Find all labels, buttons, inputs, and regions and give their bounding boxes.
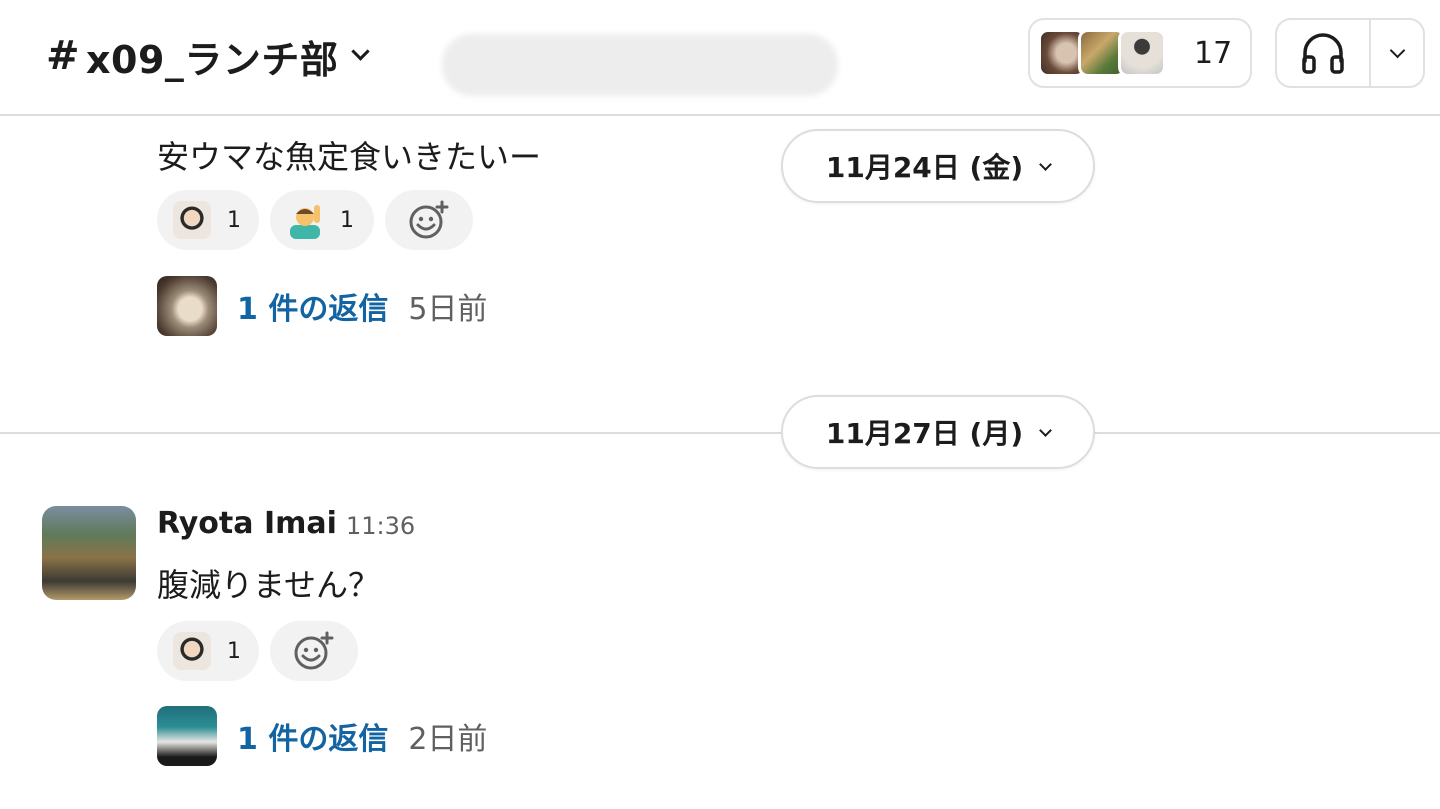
chevron-down-icon xyxy=(351,41,371,61)
date-label: 11月24日 (金) xyxy=(825,151,1024,184)
chevron-down-icon xyxy=(1039,423,1053,437)
reaction-pill[interactable]: 1 xyxy=(270,190,374,250)
reaction-pill[interactable]: 1 xyxy=(157,190,259,250)
add-reaction-button[interactable] xyxy=(270,621,358,681)
add-reaction-icon xyxy=(294,631,334,670)
message-text: 安ウマな魚定食いきたいー xyxy=(157,138,542,176)
add-reaction-icon xyxy=(409,200,449,239)
message-timestamp[interactable]: 11:36 xyxy=(346,512,415,540)
huddle-button[interactable] xyxy=(1275,18,1425,88)
message-text: 腹減りません？ xyxy=(157,566,381,604)
reply-avatar xyxy=(157,706,217,766)
reaction-count: 1 xyxy=(340,207,354,233)
thread-replies-link[interactable]: 1 件の返信 xyxy=(237,284,388,328)
person-avatar-icon xyxy=(173,632,211,670)
member-avatar xyxy=(1118,29,1166,77)
slack-channel-view: # x09_ランチ部 17 安ウマな魚定食いきたいー 1 1 1 件の返信 5日… xyxy=(0,0,1440,809)
channel-hash: # xyxy=(46,33,81,79)
headphones-icon xyxy=(1302,33,1344,74)
avatar[interactable] xyxy=(42,506,136,600)
thread-summary[interactable]: 1 件の返信 5日前 xyxy=(157,276,487,336)
thread-replies-link[interactable]: 1 件の返信 xyxy=(237,714,388,758)
add-reaction-button[interactable] xyxy=(385,190,473,250)
date-label: 11月27日 (月) xyxy=(825,417,1024,450)
reply-avatar xyxy=(157,276,217,336)
date-divider-button[interactable]: 11月24日 (金) xyxy=(781,129,1095,203)
date-divider-button[interactable]: 11月27日 (月) xyxy=(781,395,1095,469)
message-author[interactable]: Ryota Imai xyxy=(157,506,337,541)
huddle-options[interactable] xyxy=(1371,42,1423,58)
person-raising-hand-icon xyxy=(290,205,320,239)
chevron-down-icon xyxy=(1039,157,1053,171)
channel-header: # x09_ランチ部 17 xyxy=(0,0,1440,116)
thread-last-reply-time: 5日前 xyxy=(408,292,488,327)
thread-summary[interactable]: 1 件の返信 2日前 xyxy=(157,706,487,766)
chevron-down-icon xyxy=(1389,42,1405,58)
reaction-count: 1 xyxy=(227,207,241,233)
huddle-start[interactable] xyxy=(1277,20,1371,86)
thread-last-reply-time: 2日前 xyxy=(408,722,488,757)
channel-name-button[interactable]: # x09_ランチ部 xyxy=(46,28,371,84)
reaction-count: 1 xyxy=(227,638,241,664)
person-avatar-icon xyxy=(173,201,211,239)
channel-title: x09_ランチ部 xyxy=(86,37,339,82)
members-button[interactable]: 17 xyxy=(1028,18,1252,88)
date-divider-line xyxy=(0,432,1440,434)
reaction-pill[interactable]: 1 xyxy=(157,621,259,681)
member-count: 17 xyxy=(1194,35,1233,71)
channel-topic-redacted xyxy=(442,34,838,96)
